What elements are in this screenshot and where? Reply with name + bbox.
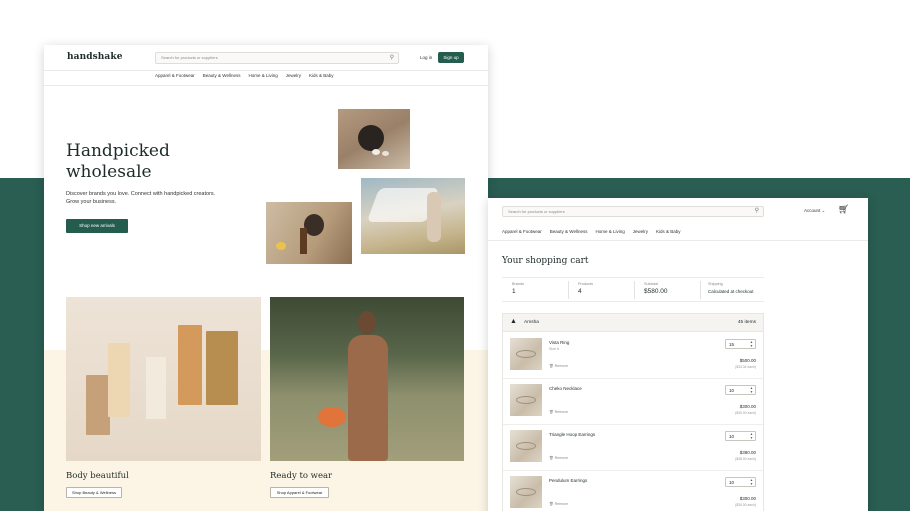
nav-home[interactable]: Home & Living [595, 229, 624, 234]
stepper-arrows-icon: ▲ ▼ [749, 478, 753, 486]
cart-item: Cheko Necklace 🗑︎ Remove 10 ▲ ▼ $300.00 ($… [503, 379, 763, 425]
summary-subtotal: Subtotal $580.00 [644, 282, 668, 295]
item-price: $380.00 [739, 450, 756, 455]
product-thumbnail[interactable] [510, 338, 542, 370]
chevron-down-icon: ⌄ [821, 208, 826, 213]
account-menu[interactable]: Account ⌄ [804, 208, 825, 214]
feature-title-body: Body beautiful [66, 471, 129, 481]
search-icon[interactable]: ⚲ [755, 207, 759, 214]
feature-photo-dress[interactable] [270, 297, 464, 461]
summary-brands: Brands 1 [512, 282, 525, 295]
cart-item: Vista Ring Size 6 🗑︎ Remove 15 ▲ ▼ $500.00… [503, 333, 763, 379]
item-unit-price: ($30.00 each) [735, 503, 756, 507]
nav-apparel[interactable]: Apparel & Footwear [155, 73, 195, 78]
nav-home[interactable]: Home & Living [248, 73, 277, 78]
item-name[interactable]: Triangle Hoop Earrings [549, 432, 595, 437]
store-header: handshake Search for products or supplie… [44, 45, 488, 71]
item-price: $300.00 [739, 496, 756, 501]
store-category-nav: Apparel & Footwear Beauty & Wellness Hom… [155, 73, 334, 78]
cart-search-input[interactable]: Search for products or suppliers ⚲ [502, 206, 764, 217]
cart-title: Your shopping cart [502, 256, 589, 266]
quantity-stepper[interactable]: 10 ▲ ▼ [725, 385, 756, 395]
brand-header: ▲ Amsha 45 items [503, 314, 763, 332]
summary-products: Products 4 [578, 282, 593, 295]
hero-photo-fabric [361, 178, 465, 254]
shop-new-arrivals-button[interactable]: Shop new arrivals [66, 219, 128, 233]
cart-window: Search for products or suppliers ⚲ Accou… [488, 198, 868, 511]
nav-beauty[interactable]: Beauty & Wellness [550, 229, 588, 234]
item-unit-price: ($38.00 each) [735, 457, 756, 461]
cart-category-nav: Apparel & Footwear Beauty & Wellness Hom… [502, 229, 681, 234]
hero-subtitle: Discover brands you love. Connect with h… [66, 191, 216, 205]
stepper-arrows-icon: ▲ ▼ [749, 340, 753, 348]
shop-beauty-button[interactable]: Shop Beauty & Wellness [66, 487, 122, 498]
remove-button[interactable]: 🗑︎ Remove [549, 456, 568, 460]
brand-item-count: 45 items [737, 320, 756, 325]
nav-kids[interactable]: Kids & Baby [309, 73, 334, 78]
login-link[interactable]: Log in [420, 55, 432, 60]
search-icon[interactable]: ⚲ [390, 54, 394, 61]
storefront-window: handshake Search for products or supplie… [44, 45, 488, 511]
quantity-stepper[interactable]: 10 ▲ ▼ [725, 431, 756, 441]
nav-kids[interactable]: Kids & Baby [656, 229, 681, 234]
summary-shipping: Shipping Calculated at checkout [708, 282, 754, 294]
product-thumbnail[interactable] [510, 476, 542, 508]
signup-button[interactable]: Sign up [438, 52, 464, 63]
product-thumbnail[interactable] [510, 384, 542, 416]
brand-name[interactable]: Amsha [524, 320, 539, 325]
cart-summary: Brands 1 Products 4 Subtotal $580.00 Shi… [502, 277, 764, 302]
cart-item: Pendulum Earrings 🗑︎ Remove 10 ▲ ▼ $300.00… [503, 471, 763, 511]
nav-apparel[interactable]: Apparel & Footwear [502, 229, 542, 234]
nav-jewelry[interactable]: Jewelry [286, 73, 301, 78]
item-name[interactable]: Cheko Necklace [549, 386, 582, 391]
nav-divider [488, 240, 868, 241]
quantity-stepper[interactable]: 15 ▲ ▼ [725, 339, 756, 349]
product-thumbnail[interactable] [510, 430, 542, 462]
item-variant: Size 6 [549, 347, 559, 351]
remove-button[interactable]: 🗑︎ Remove [549, 502, 568, 506]
item-unit-price: ($33.34 each) [735, 365, 756, 369]
hero-photo-ceramics [338, 109, 410, 169]
store-logo[interactable]: handshake [67, 52, 123, 62]
store-search-placeholder: Search for products or suppliers [161, 55, 218, 60]
shop-apparel-button[interactable]: Shop Apparel & Footwear [270, 487, 329, 498]
cart-search-placeholder: Search for products or suppliers [508, 209, 565, 214]
remove-button[interactable]: 🗑︎ Remove [549, 410, 568, 414]
store-search-input[interactable]: Search for products or suppliers ⚲ [155, 52, 399, 64]
trash-icon: 🗑︎ [549, 364, 554, 368]
stepper-arrows-icon: ▲ ▼ [749, 386, 753, 394]
item-name[interactable]: Vista Ring [549, 340, 569, 345]
account-label: Account [804, 208, 821, 213]
nav-jewelry[interactable]: Jewelry [633, 229, 648, 234]
item-name[interactable]: Pendulum Earrings [549, 478, 587, 483]
item-unit-price: ($30.00 each) [735, 411, 756, 415]
quantity-stepper[interactable]: 10 ▲ ▼ [725, 477, 756, 487]
cart-icon[interactable]: 🛒︎ [838, 204, 849, 215]
item-price: $300.00 [739, 404, 756, 409]
cart-item: Triangle Hoop Earrings 🗑︎ Remove 10 ▲ ▼ $3… [503, 425, 763, 471]
trash-icon: 🗑︎ [549, 410, 554, 414]
trash-icon: 🗑︎ [549, 456, 554, 460]
trash-icon: 🗑︎ [549, 502, 554, 506]
stepper-arrows-icon: ▲ ▼ [749, 432, 753, 440]
feature-title-wear: Ready to wear [270, 471, 333, 481]
brand-logo-icon: ▲ [510, 318, 517, 325]
remove-button[interactable]: 🗑︎ Remove [549, 364, 568, 368]
feature-photo-soaps[interactable] [66, 297, 261, 461]
hero-title: Handpicked wholesale [66, 141, 170, 182]
item-price: $500.00 [739, 358, 756, 363]
nav-beauty[interactable]: Beauty & Wellness [203, 73, 241, 78]
hero-photo-oils [266, 202, 352, 264]
brand-group-amsha: ▲ Amsha 45 items Vista Ring Size 6 🗑︎ Re… [502, 313, 764, 511]
nav-divider [44, 85, 488, 86]
